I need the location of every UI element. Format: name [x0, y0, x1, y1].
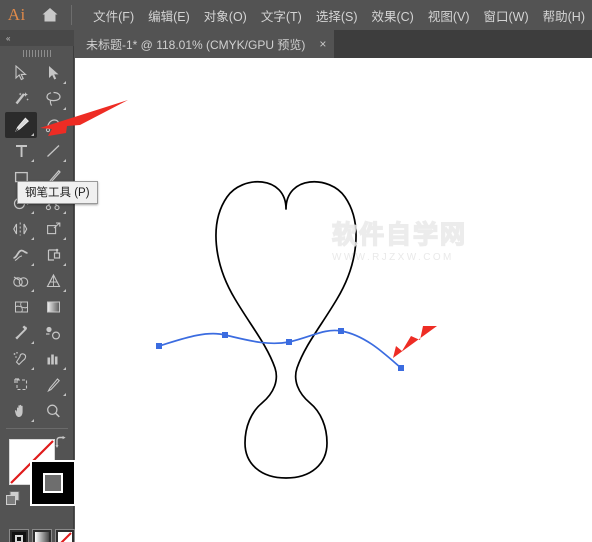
tool-flyout-indicator — [31, 237, 34, 240]
menu-effect[interactable]: 效果(C) — [364, 2, 420, 29]
anchor-point[interactable] — [398, 365, 404, 371]
menu-help[interactable]: 帮助(H) — [536, 2, 592, 29]
type-tool[interactable] — [5, 138, 37, 164]
anchor-points[interactable] — [156, 328, 404, 371]
watermark-group: 软件自学网 WWW.RJZXW.COM — [331, 219, 467, 263]
free-transform-tool[interactable] — [37, 242, 69, 268]
menu-type[interactable]: 文字(T) — [254, 2, 309, 29]
pen-tool[interactable] — [5, 112, 37, 138]
tool-tooltip: 钢笔工具 (P) — [17, 181, 98, 204]
app-logo-text: Ai — [7, 5, 26, 24]
selection-tool[interactable] — [5, 60, 37, 86]
tool-flyout-indicator — [63, 263, 66, 266]
tool-flyout-indicator — [63, 159, 66, 162]
magic-wand-tool[interactable] — [5, 86, 37, 112]
tools-panel-grip[interactable] — [0, 46, 73, 60]
tool-flyout-indicator — [31, 289, 34, 292]
gradient-mode-button[interactable] — [32, 529, 52, 542]
none-mode-button[interactable] — [55, 529, 75, 542]
app-logo: Ai — [0, 0, 34, 30]
tool-flyout-indicator — [31, 263, 34, 266]
gradient-tool[interactable] — [37, 294, 69, 320]
rotate-tool[interactable] — [5, 216, 37, 242]
default-fill-stroke-icon[interactable] — [6, 491, 21, 511]
watermark-cn: 软件自学网 — [332, 220, 467, 249]
menu-object[interactable]: 对象(O) — [197, 2, 254, 29]
menu-file[interactable]: 文件(F) — [86, 2, 141, 29]
column-graph-tool[interactable] — [37, 346, 69, 372]
slice-tool[interactable] — [37, 372, 69, 398]
tool-flyout-indicator — [31, 341, 34, 344]
artboard-tool[interactable] — [5, 372, 37, 398]
menu-edit[interactable]: 编辑(E) — [141, 2, 197, 29]
blend-tool[interactable] — [37, 320, 69, 346]
tool-flyout-indicator — [31, 211, 34, 214]
watermark-en: WWW.RJZXW.COM — [332, 252, 454, 263]
stroke-swatch[interactable] — [30, 460, 76, 506]
direct-selection-tool[interactable] — [37, 60, 69, 86]
swap-fill-stroke-icon[interactable] — [54, 436, 68, 454]
anchor-point[interactable] — [338, 328, 344, 334]
tool-flyout-indicator — [31, 133, 34, 136]
symbol-sprayer-tool[interactable] — [5, 346, 37, 372]
tool-flyout-indicator — [63, 367, 66, 370]
illustrator-window: Ai 文件(F) 编辑(E) 对象(O) 文字(T) 选择(S) 效果(C) 视… — [0, 0, 592, 542]
stroke-swatch-inner — [43, 473, 63, 493]
fill-stroke-controls — [0, 433, 76, 542]
scale-tool[interactable] — [37, 216, 69, 242]
line-segment-tool[interactable] — [37, 138, 69, 164]
chevron-double-left-icon: « — [6, 33, 11, 43]
grip-dots-icon — [22, 49, 51, 57]
perspective-grid-tool[interactable] — [37, 268, 69, 294]
tool-flyout-indicator — [63, 237, 66, 240]
tool-flyout-indicator — [31, 419, 34, 422]
menu-select[interactable]: 选择(S) — [309, 2, 365, 29]
tools-grid — [0, 60, 74, 424]
tool-flyout-indicator — [63, 211, 66, 214]
panel-collapse-button[interactable]: « — [0, 30, 74, 46]
tool-flyout-indicator — [63, 289, 66, 292]
pointer-arrow-path — [393, 326, 437, 358]
zoom-tool[interactable] — [37, 398, 69, 424]
curvature-tool[interactable] — [37, 112, 69, 138]
shape-builder-tool[interactable] — [5, 268, 37, 294]
close-icon[interactable]: × — [319, 37, 326, 51]
lasso-tool[interactable] — [37, 86, 69, 112]
home-icon[interactable] — [34, 0, 68, 30]
anchor-point[interactable] — [222, 332, 228, 338]
color-mode-button[interactable] — [9, 529, 29, 542]
tool-flyout-indicator — [63, 107, 66, 110]
tool-flyout-indicator — [63, 81, 66, 84]
width-tool[interactable] — [5, 242, 37, 268]
tool-flyout-indicator — [63, 393, 66, 396]
menubar-divider — [71, 5, 73, 25]
tools-panel-separator — [6, 428, 68, 429]
eyedropper-tool[interactable] — [5, 320, 37, 346]
anchor-point[interactable] — [156, 343, 162, 349]
tool-flyout-indicator — [31, 367, 34, 370]
menu-window[interactable]: 窗口(W) — [477, 2, 536, 29]
document-tab[interactable]: 未标题-1* @ 118.01% (CMYK/GPU 预览) × — [74, 30, 336, 58]
document-tab-title: 未标题-1* @ 118.01% (CMYK/GPU 预览) — [86, 37, 306, 52]
tool-flyout-indicator — [31, 159, 34, 162]
hand-tool[interactable] — [5, 398, 37, 424]
anchor-point[interactable] — [286, 339, 292, 345]
menu-view[interactable]: 视图(V) — [421, 2, 477, 29]
color-mode-buttons — [9, 529, 75, 542]
selected-bezier-path[interactable] — [158, 329, 402, 369]
tools-panel: 钢笔工具 (P) — [0, 46, 98, 542]
document-canvas[interactable]: 软件自学网 WWW.RJZXW.COM — [75, 58, 592, 542]
menu-bar: Ai 文件(F) 编辑(E) 对象(O) 文字(T) 选择(S) 效果(C) 视… — [0, 0, 592, 30]
artwork-svg: 软件自学网 WWW.RJZXW.COM — [156, 180, 467, 479]
menu-items: 文件(F) 编辑(E) 对象(O) 文字(T) 选择(S) 效果(C) 视图(V… — [86, 2, 592, 29]
mesh-tool[interactable] — [5, 294, 37, 320]
